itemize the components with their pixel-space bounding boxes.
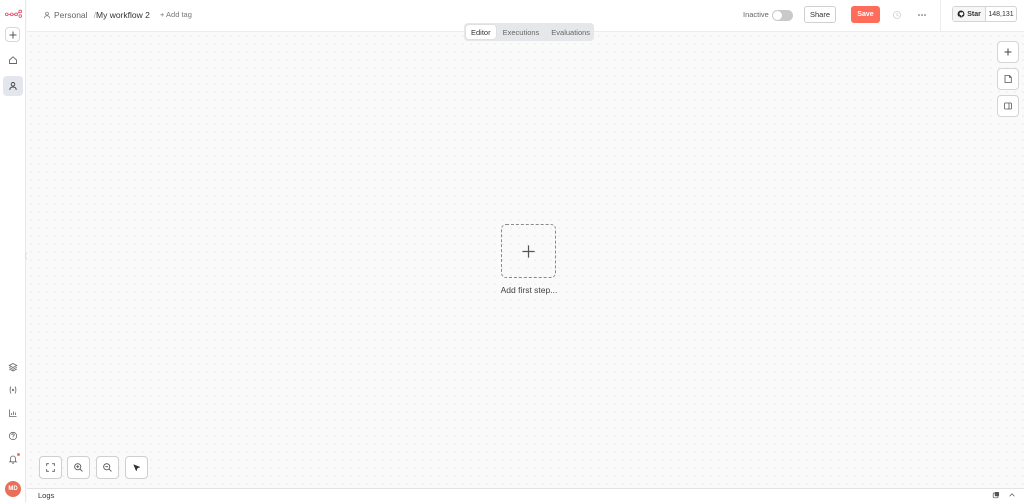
breadcrumb: Personal /: [43, 10, 96, 20]
github-star[interactable]: Star: [953, 7, 986, 21]
help-icon: [8, 431, 18, 441]
avatar[interactable]: MD: [5, 481, 21, 497]
chevron-up-icon[interactable]: [1008, 491, 1016, 499]
status-label: Inactive: [743, 10, 769, 19]
nav-notifications[interactable]: [3, 449, 23, 469]
toggle-panel-button[interactable]: [997, 95, 1019, 117]
zoom-to-fit-button[interactable]: [39, 456, 62, 479]
add-first-step-button[interactable]: [501, 224, 556, 278]
logs-bar[interactable]: Logs: [27, 488, 1024, 502]
n8n-logo[interactable]: [3, 3, 23, 23]
add-tag-link[interactable]: + Add tag: [160, 10, 192, 19]
logs-controls: [992, 491, 1016, 499]
divider: [940, 0, 941, 32]
selection-mode-button[interactable]: [125, 456, 148, 479]
more-options-button[interactable]: [912, 5, 932, 25]
sticky-note-icon: [1004, 75, 1012, 83]
add-sticky-note-button[interactable]: [997, 68, 1019, 90]
github-star-label: Star: [967, 10, 981, 18]
panel-right-icon: [1004, 102, 1012, 110]
tab-evaluations[interactable]: Evaluations: [546, 25, 595, 39]
nav-help[interactable]: [3, 426, 23, 446]
pop-out-icon[interactable]: [992, 491, 1000, 499]
plus-icon: [9, 31, 16, 38]
home-icon: [9, 56, 17, 64]
plus-icon: [1004, 48, 1012, 56]
zoom-out-icon: [103, 463, 112, 472]
user-icon: [9, 82, 17, 91]
add-node-button[interactable]: [997, 41, 1019, 63]
history-button[interactable]: [887, 5, 907, 25]
cursor-icon: [133, 464, 141, 472]
breadcrumb-project[interactable]: Personal: [54, 10, 88, 20]
variables-icon: [9, 386, 17, 394]
nav-overview[interactable]: [3, 50, 23, 70]
workflow-name[interactable]: My workflow 2: [96, 10, 150, 20]
layers-icon: [8, 363, 18, 372]
fit-view-icon: [46, 463, 55, 472]
nav-templates[interactable]: [3, 357, 23, 377]
nav-insights[interactable]: [3, 403, 23, 423]
nav-variables[interactable]: [3, 380, 23, 400]
github-star-button[interactable]: Star 148,131: [952, 6, 1017, 22]
history-icon: [893, 11, 901, 19]
active-toggle[interactable]: [772, 10, 793, 21]
create-button[interactable]: [5, 27, 20, 42]
notification-dot: [17, 453, 20, 456]
logs-label: Logs: [38, 491, 55, 500]
github-star-count: 148,131: [988, 10, 1014, 18]
view-tabs: Editor Executions Evaluations: [464, 23, 594, 41]
logo-icon: [4, 9, 22, 18]
nav-personal[interactable]: [3, 76, 23, 96]
tab-editor[interactable]: Editor: [466, 25, 496, 39]
github-icon: [957, 10, 965, 18]
save-button[interactable]: Save: [851, 6, 880, 23]
zoom-in-icon: [74, 463, 83, 472]
user-icon: [44, 11, 50, 19]
zoom-out-button[interactable]: [96, 456, 119, 479]
zoom-in-button[interactable]: [67, 456, 90, 479]
more-horizontal-icon: [918, 14, 926, 16]
bar-chart-icon: [9, 409, 17, 417]
add-first-step-label: Add first step...: [500, 285, 558, 295]
plus-icon: [522, 244, 535, 258]
share-button[interactable]: Share: [804, 6, 836, 23]
sidebar: MD: [0, 0, 26, 502]
tab-executions[interactable]: Executions: [498, 25, 545, 39]
